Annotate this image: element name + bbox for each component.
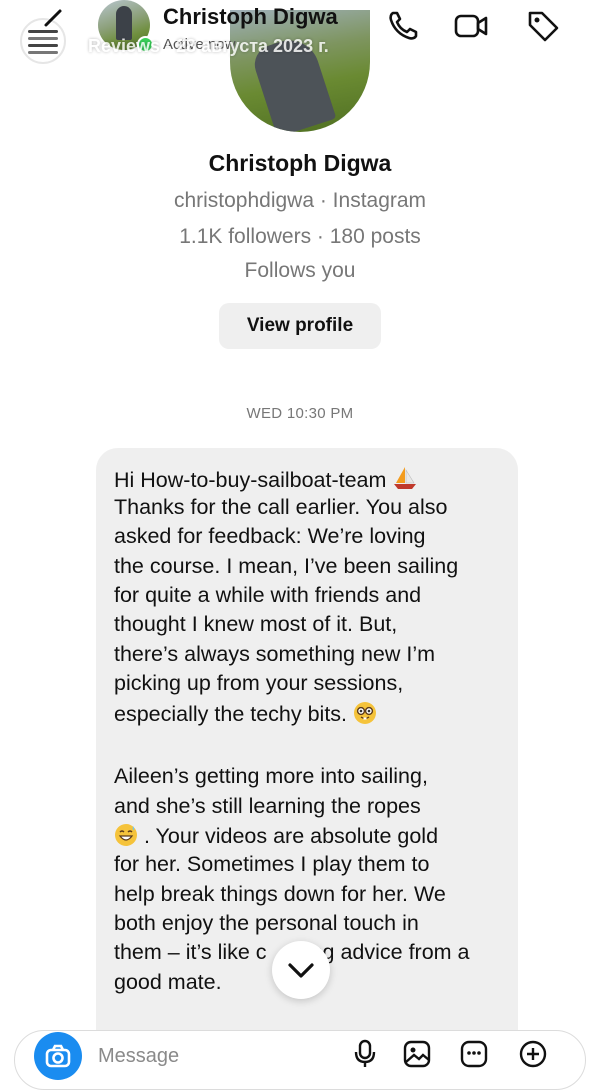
profile-stats: 1.1K followers · 180 posts bbox=[179, 225, 421, 248]
contact-name[interactable]: Christoph Digwa bbox=[163, 4, 338, 30]
microphone-icon[interactable] bbox=[350, 1038, 380, 1068]
message-line: and she’s still learning the ropes bbox=[114, 794, 421, 818]
message-line: the course. I mean, I’ve been sailing bbox=[114, 554, 459, 578]
message-text: . Your videos are absolute gold bbox=[143, 824, 439, 848]
nerd-face-emoji bbox=[354, 702, 377, 724]
sailboat-emoji bbox=[394, 467, 417, 489]
message-line: . Your videos are absolute gold bbox=[114, 823, 438, 849]
message-text: especially the techy bits. bbox=[114, 702, 348, 726]
follow-status: Follows you bbox=[244, 259, 356, 282]
message-text: them – it’s like c bbox=[114, 940, 267, 964]
message-text: Hi How-to-buy-sailboat-team bbox=[114, 468, 387, 492]
message-line: asked for feedback: We’re loving bbox=[114, 524, 426, 548]
message-line: there’s always something new I’m bbox=[114, 642, 436, 666]
message-line: picking up from your sessions, bbox=[114, 671, 404, 695]
message-line: especially the techy bits. bbox=[114, 701, 377, 727]
chevron-down-icon bbox=[288, 963, 314, 978]
camera-icon bbox=[45, 1044, 71, 1068]
scroll-to-bottom-button[interactable] bbox=[272, 941, 330, 999]
message-line: Aileen’s getting more into sailing, bbox=[114, 764, 428, 788]
message-timestamp: WED 10:30 PM bbox=[246, 405, 354, 422]
plus-icon[interactable] bbox=[518, 1038, 548, 1068]
back-chevron-icon[interactable] bbox=[40, 8, 66, 34]
camera-button[interactable] bbox=[34, 1032, 82, 1080]
view-profile-button[interactable]: View profile bbox=[219, 303, 381, 349]
message-text: ng advice from a bbox=[310, 940, 470, 964]
message-line: for quite a while with friends and bbox=[114, 583, 422, 607]
message-line: for her. Sometimes I play them to bbox=[114, 852, 430, 876]
profile-name: Christoph Digwa bbox=[208, 150, 392, 176]
message-line: good mate. bbox=[114, 970, 222, 994]
video-camera-icon[interactable] bbox=[453, 8, 489, 44]
more-dots-icon[interactable] bbox=[495, 36, 521, 46]
message-line: thought I knew most of it. But, bbox=[114, 612, 398, 636]
gallery-icon[interactable] bbox=[402, 1038, 432, 1068]
profile-handle: christophdigwa · Instagram bbox=[173, 189, 427, 212]
chat-header: Christoph Digwa Active now Reviews · 28 … bbox=[0, 0, 600, 70]
message-line: Thanks for the call earlier. You also bbox=[114, 495, 448, 519]
message-line: both enjoy the personal touch in bbox=[114, 911, 419, 935]
story-caption: Reviews · 28 августа 2023 г. bbox=[88, 36, 329, 56]
message-input[interactable] bbox=[96, 1042, 320, 1070]
message-line: help break things down for her. We bbox=[114, 882, 446, 906]
close-icon[interactable] bbox=[553, 30, 587, 64]
phone-icon[interactable] bbox=[385, 8, 421, 44]
sticker-icon[interactable] bbox=[459, 1038, 489, 1068]
message-line: Hi How-to-buy-sailboat-team bbox=[114, 465, 418, 493]
grinning-sweat-emoji bbox=[115, 824, 137, 846]
